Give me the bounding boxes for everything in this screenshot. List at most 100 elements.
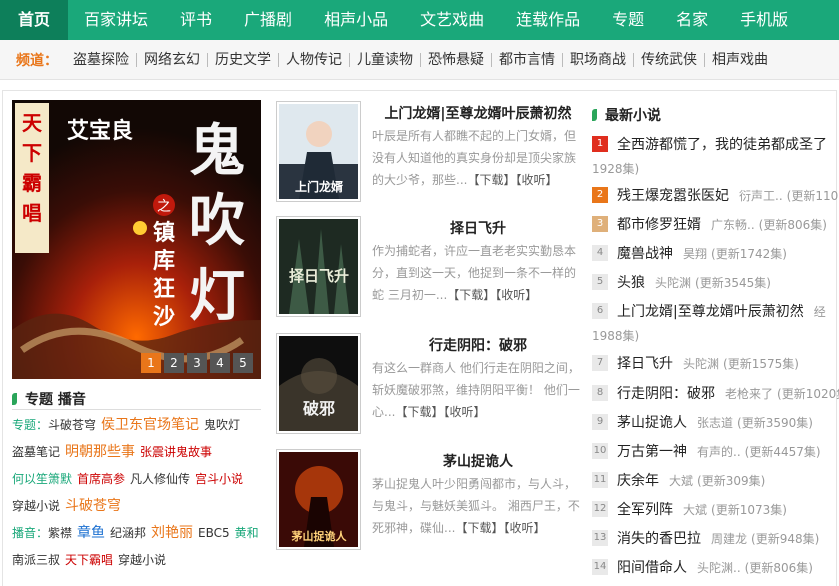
book-cover[interactable]: 破邪 bbox=[276, 333, 361, 434]
book-title[interactable]: 择日飞升 bbox=[372, 218, 584, 238]
nav-pingshu[interactable]: 评书 bbox=[164, 0, 228, 40]
latest-item: 14 阳间借命人 头陀渊.. (更新806集) bbox=[592, 554, 839, 580]
download-link[interactable]: 【下载】 bbox=[455, 521, 503, 535]
latest-link[interactable]: 都市修罗狂婿 bbox=[617, 214, 701, 234]
nav-famous[interactable]: 名家 bbox=[660, 0, 724, 40]
latest-author: 周建龙 bbox=[711, 531, 748, 546]
latest-author: 有声的.. bbox=[697, 444, 741, 459]
nav-mobile[interactable]: 手机版 bbox=[724, 0, 804, 40]
topic-link[interactable]: 斗破苍穹 bbox=[48, 418, 96, 432]
listen-link[interactable]: 【收听】 bbox=[515, 173, 557, 187]
latest-link[interactable]: 行走阴阳：破邪 bbox=[617, 383, 715, 403]
nav-topics[interactable]: 专题 bbox=[596, 0, 660, 40]
topic-link[interactable]: 宫斗小说 bbox=[195, 472, 243, 486]
channel-item[interactable]: 相声戏曲 bbox=[705, 53, 775, 67]
channel-item[interactable]: 恐怖悬疑 bbox=[421, 52, 492, 67]
latest-link[interactable]: 头狼 bbox=[617, 272, 645, 292]
channel-item[interactable]: 人物传记 bbox=[279, 52, 350, 67]
latest-item: 13 消失的香巴拉 周建龙 (更新948集) bbox=[592, 525, 839, 551]
announcer-link[interactable]: 南派三叔 bbox=[12, 553, 60, 567]
book-title[interactable]: 行走阴阳：破邪 bbox=[372, 335, 584, 355]
listen-link[interactable]: 【收听】 bbox=[495, 288, 537, 302]
latest-link[interactable]: 消失的香巴拉 bbox=[617, 528, 701, 548]
latest-link[interactable]: 万古第一神 bbox=[617, 441, 687, 461]
latest-link[interactable]: 择日飞升 bbox=[617, 353, 673, 373]
banner-page-5[interactable]: 5 bbox=[233, 353, 253, 373]
download-link[interactable]: 【下载】 bbox=[447, 288, 495, 302]
announcer-link[interactable]: EBC5 bbox=[198, 526, 230, 540]
channel-item[interactable]: 传统武侠 bbox=[634, 52, 705, 67]
book-title[interactable]: 上门龙婿|至尊龙婿叶辰萧初然 bbox=[372, 103, 584, 123]
banner-side-char: 下 bbox=[22, 141, 42, 165]
book-cover[interactable]: 茅山捉诡人 bbox=[276, 449, 361, 550]
main-nav: 首页 百家讲坛 评书 广播剧 相声小品 文艺戏曲 连载作品 专题 名家 手机版 bbox=[0, 0, 839, 40]
nav-baijia-jiangtan[interactable]: 百家讲坛 bbox=[68, 0, 164, 40]
book-description: 作为捕蛇者，许应一直老老实实勤恳本分，直到这一天，他捉到一条不一样的蛇 三月初一… bbox=[372, 240, 584, 306]
rank-badge: 1 bbox=[592, 136, 608, 152]
banner-page-1[interactable]: 1 bbox=[141, 353, 161, 373]
latest-link[interactable]: 残王爆宠嚣张医妃 bbox=[617, 185, 729, 205]
latest-link[interactable]: 全西游都慌了，我的徒弟都成圣了 bbox=[617, 134, 827, 154]
channel-item[interactable]: 职场商战 bbox=[563, 52, 634, 67]
announcer-link[interactable]: 紫襟 bbox=[48, 526, 72, 540]
topic-link[interactable]: 穿越小说 bbox=[12, 499, 60, 513]
banner-page-2[interactable]: 2 bbox=[164, 353, 184, 373]
nav-home[interactable]: 首页 bbox=[0, 0, 69, 40]
latest-link[interactable]: 全军列阵 bbox=[617, 499, 673, 519]
latest-author: 头陀渊.. bbox=[697, 560, 741, 575]
book-title[interactable]: 茅山捉诡人 bbox=[372, 451, 584, 471]
latest-count: (更新806集) bbox=[758, 217, 827, 232]
channel-item[interactable]: 历史文学 bbox=[208, 52, 279, 67]
featured-banner[interactable]: 天 下 霸 唱 艾宝良 鬼 吹 灯 之 镇 库 狂 沙 1 2 3 4 5 bbox=[12, 100, 261, 379]
latest-link[interactable]: 庆余年 bbox=[617, 470, 659, 490]
download-link[interactable]: 【下载】 bbox=[395, 405, 443, 419]
topic-link[interactable]: 鬼吹灯 bbox=[204, 418, 240, 432]
download-link[interactable]: 【下载】 bbox=[467, 173, 515, 187]
cover-image: 茅山捉诡人 bbox=[279, 452, 358, 547]
cover-text: 择日飞升 bbox=[289, 267, 349, 285]
announcer-link[interactable]: 刘艳丽 bbox=[151, 525, 193, 541]
latest-wrap: 1928集) bbox=[592, 162, 839, 176]
banner-page-4[interactable]: 4 bbox=[210, 353, 230, 373]
topic-link[interactable]: 侯卫东官场笔记 bbox=[101, 417, 199, 433]
banner-subtitle-char: 之 bbox=[157, 199, 171, 215]
nav-serials[interactable]: 连载作品 bbox=[500, 0, 596, 40]
topics-tags: 专题：斗破苍穹 侯卫东官场笔记 鬼吹灯盗墓笔记 明朝那些事 张震讲鬼故事何以笙箫默 首席高… bbox=[12, 412, 264, 574]
latest-link[interactable]: 上门龙婿|至尊龙婿叶辰萧初然 bbox=[617, 301, 804, 321]
latest-count: 1928集) bbox=[592, 162, 640, 176]
listen-link[interactable]: 【收听】 bbox=[443, 405, 485, 419]
announcer-link[interactable]: 黄和 bbox=[235, 526, 259, 540]
topic-link[interactable]: 首席高参 bbox=[77, 472, 125, 486]
channel-item[interactable]: 儿童读物 bbox=[350, 52, 421, 67]
topic-link[interactable]: 盗墓笔记 bbox=[12, 445, 60, 459]
topic-link[interactable]: 凡人修仙传 bbox=[130, 472, 190, 486]
announcer-link[interactable]: 纪涵邦 bbox=[110, 526, 146, 540]
nav-radio-drama[interactable]: 广播剧 bbox=[228, 0, 308, 40]
nav-crosstalk[interactable]: 相声小品 bbox=[308, 0, 404, 40]
latest-link[interactable]: 魔兽战神 bbox=[617, 243, 673, 263]
channel-item[interactable]: 都市言情 bbox=[492, 52, 563, 67]
channel-item[interactable]: 盗墓探险 bbox=[66, 52, 137, 67]
nav-opera[interactable]: 文艺戏曲 bbox=[404, 0, 500, 40]
book-cover[interactable]: 择日飞升 bbox=[276, 216, 361, 317]
topic-link[interactable]: 明朝那些事 bbox=[65, 444, 135, 460]
banner-title-char: 吹 bbox=[189, 188, 245, 254]
announcer-link[interactable]: 穿越小说 bbox=[118, 553, 166, 567]
topic-link[interactable]: 何以笙箫默 bbox=[12, 472, 72, 486]
latest-count: (更新4457集) bbox=[744, 444, 821, 459]
listen-link[interactable]: 【收听】 bbox=[503, 521, 545, 535]
book-cover[interactable]: 上门龙婿 bbox=[276, 101, 361, 202]
rank-badge: 3 bbox=[592, 216, 608, 232]
channel-item[interactable]: 网络玄幻 bbox=[137, 52, 208, 67]
latest-item: 4 魔兽战神 昊翔 (更新1742集) bbox=[592, 240, 839, 266]
topic-link[interactable]: 斗破苍穹 bbox=[65, 498, 121, 514]
announcer-link[interactable]: 章鱼 bbox=[77, 525, 105, 541]
announcer-link[interactable]: 天下霸唱 bbox=[65, 553, 113, 567]
banner-artwork: 天 下 霸 唱 艾宝良 鬼 吹 灯 之 镇 库 狂 沙 bbox=[12, 100, 261, 379]
latest-item: 8 行走阴阳：破邪 老枪来了 (更新1020集 bbox=[592, 380, 839, 406]
latest-link[interactable]: 茅山捉诡人 bbox=[617, 412, 687, 432]
latest-link[interactable]: 阳间借命人 bbox=[617, 557, 687, 577]
banner-page-3[interactable]: 3 bbox=[187, 353, 207, 373]
topic-link[interactable]: 张震讲鬼故事 bbox=[140, 445, 212, 459]
cover-text: 上门龙婿 bbox=[295, 179, 343, 194]
